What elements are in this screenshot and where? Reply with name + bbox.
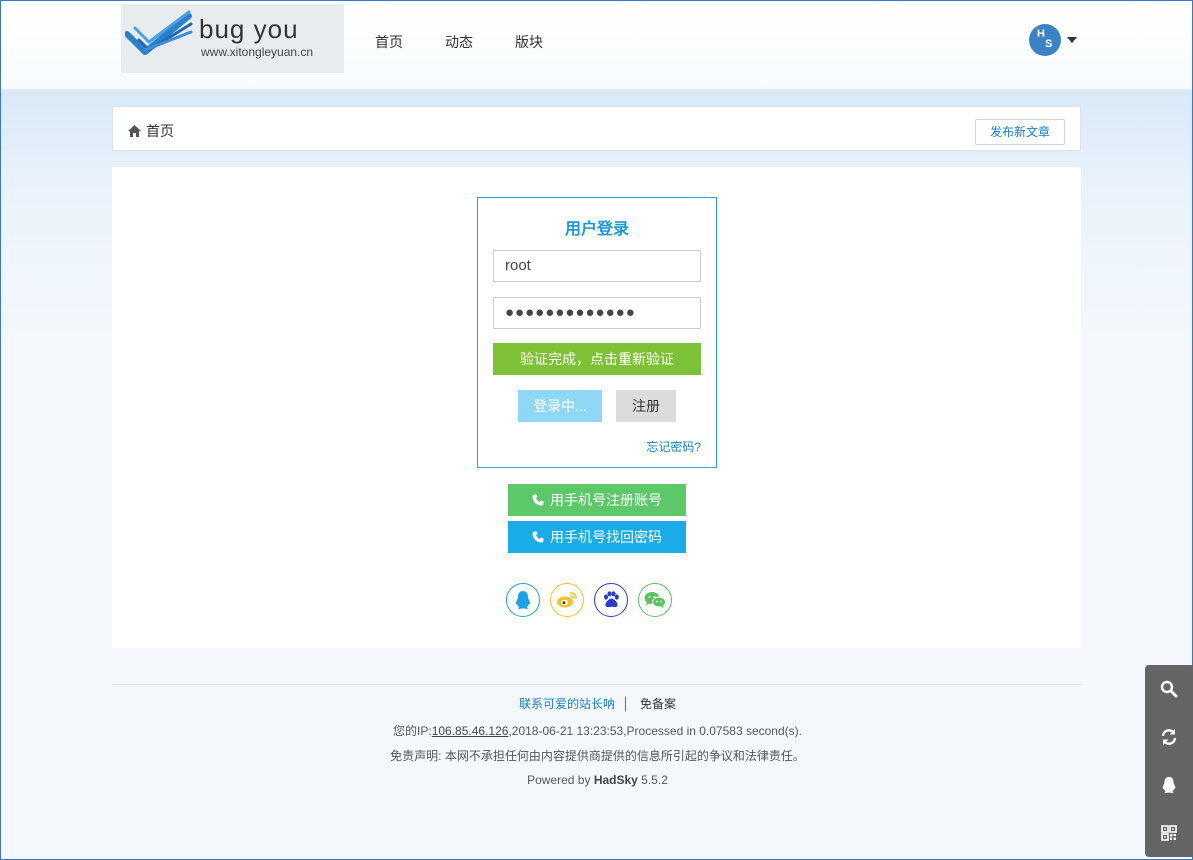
side-search-button[interactable] [1145,665,1193,713]
captcha-verify-button[interactable]: 验证完成，点击重新验证 [493,343,701,375]
phone-register-button[interactable]: 用手机号注册账号 [508,484,686,516]
breadcrumb: 首页 发布新文章 [112,106,1081,151]
wechat-icon [644,592,666,608]
qrcode-icon [1161,825,1177,841]
ip-address: 106.85.46.126 [431,724,509,738]
side-qq-button[interactable] [1145,761,1193,809]
side-toolbar [1145,665,1193,857]
avatar-letter-h: H [1037,28,1045,40]
breadcrumb-home[interactable]: 首页 [128,121,174,141]
phone-recover-button[interactable]: 用手机号找回密码 [508,521,686,553]
weibo-login-button[interactable] [550,583,584,617]
powered-prefix: Powered by [527,773,594,787]
phone-icon [532,494,544,506]
login-title: 用户登录 [564,221,629,238]
phone-icon [532,531,544,543]
nav-home[interactable]: 首页 [375,32,403,52]
ip-prefix: 您的IP: [393,724,432,738]
forgot-password-link[interactable]: 忘记密码? [646,438,701,455]
site-logo[interactable]: bug you www.xitongleyuan.cn [121,4,344,73]
ip-suffix: ,2018-06-21 13:23:53,Processed in 0.0758… [508,724,802,738]
register-button[interactable]: 注册 [616,390,676,422]
nav-boards[interactable]: 版块 [515,32,543,52]
side-qrcode-button[interactable] [1145,809,1193,857]
home-icon [128,125,141,137]
qq-icon [1162,776,1176,794]
breadcrumb-home-label: 首页 [146,123,174,139]
phone-register-label: 用手机号注册账号 [550,492,662,508]
login-box: 用户登录 root ●●●●●●●●●●●●● 验证完成，点击重新验证 登录中.… [477,197,717,468]
user-avatar[interactable]: H S [1029,24,1061,56]
baidu-icon [604,591,619,608]
qq-icon [515,591,531,609]
footer-ip-info: 您的IP:106.85.46.126,2018-06-21 13:23:53,P… [1,722,1193,739]
nav-activity[interactable]: 动态 [445,32,473,52]
login-button[interactable]: 登录中... [518,390,602,422]
logo-mark-icon [125,10,193,55]
refresh-icon [1161,729,1177,745]
logo-title: bug you [199,14,299,44]
footer-powered: Powered by HadSky 5.5.2 [1,773,1193,787]
main-nav: 首页 动态 版块 [375,32,543,52]
main-panel: 用户登录 root ●●●●●●●●●●●●● 验证完成，点击重新验证 登录中.… [112,167,1081,648]
footer-links: 联系可爱的站长呐 免备案 [1,695,1193,712]
side-refresh-button[interactable] [1145,713,1193,761]
social-login-row [506,583,672,617]
username-input[interactable]: root [493,250,701,282]
footer-divider [112,684,1081,685]
chevron-down-icon[interactable] [1067,37,1077,43]
baidu-login-button[interactable] [594,583,628,617]
wechat-login-button[interactable] [638,583,672,617]
contact-admin-link[interactable]: 联系可爱的站长呐 [518,697,626,711]
search-icon [1160,680,1178,698]
qq-login-button[interactable] [506,583,540,617]
powered-name[interactable]: HadSky [594,773,638,787]
powered-version: 5.5.2 [637,773,668,787]
password-input[interactable]: ●●●●●●●●●●●●● [493,297,701,329]
beian-label: 免备案 [640,697,677,711]
logo-url: www.xitongleyuan.cn [201,45,314,59]
site-header: bug you www.xitongleyuan.cn 首页 动态 版块 H S [1,1,1192,90]
weibo-icon [557,592,577,608]
phone-recover-label: 用手机号找回密码 [550,529,662,545]
new-post-button[interactable]: 发布新文章 [974,119,1065,145]
avatar-letter-s: S [1045,38,1053,50]
footer-disclaimer: 免责声明: 本网不承担任何由内容提供商提供的信息所引起的争议和法律责任。 [390,749,805,763]
